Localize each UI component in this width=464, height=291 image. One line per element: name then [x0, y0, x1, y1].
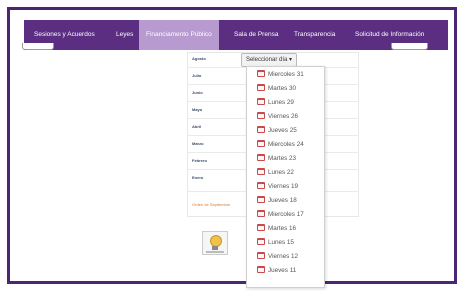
calendar-icon	[257, 237, 265, 245]
nav-sala-prensa[interactable]: Sala de Prensa	[234, 20, 278, 50]
calendar-icon	[257, 111, 265, 119]
nav-leyes[interactable]: Leyes	[116, 20, 133, 50]
right-tab-edge	[391, 43, 428, 50]
calendar-icon	[257, 167, 265, 175]
nav-financiamiento[interactable]: Financiamento Público	[139, 20, 219, 50]
calendar-icon	[257, 209, 265, 217]
month-item[interactable]: Mayo	[192, 107, 202, 112]
day-dropdown: Miercoles 31 Martes 30 Lunes 29 Viernes …	[246, 66, 325, 288]
month-item[interactable]: Marzo	[192, 141, 204, 146]
nav-transparencia[interactable]: Transparencia	[294, 20, 335, 50]
dropdown-item-label: Martes 16	[268, 225, 296, 232]
dropdown-item[interactable]: Miercoles 17	[257, 209, 304, 221]
dropdown-item[interactable]: Jueves 11	[257, 265, 296, 277]
dropdown-item[interactable]: Martes 23	[257, 153, 296, 165]
dropdown-item-label: Viernes 19	[268, 183, 298, 190]
dropdown-item-label: Martes 30	[268, 85, 296, 92]
dropdown-item[interactable]: Miercoles 31	[257, 69, 304, 81]
calendar-icon	[257, 139, 265, 147]
month-item[interactable]: Junio	[192, 90, 203, 95]
dropdown-item[interactable]: Martes 30	[257, 83, 296, 95]
dropdown-item-label: Jueves 18	[268, 197, 297, 204]
dropdown-item[interactable]: Viernes 19	[257, 181, 298, 193]
calendar-icon	[257, 83, 265, 91]
dropdown-item[interactable]: Martes 16	[257, 223, 296, 235]
calendar-icon	[257, 265, 265, 273]
dropdown-item-label: Lunes 22	[268, 169, 294, 176]
calendar-icon	[257, 153, 265, 161]
month-item[interactable]: Enero	[192, 175, 203, 180]
dropdown-item-label: Miercoles 31	[268, 71, 304, 78]
dropdown-item[interactable]: Lunes 22	[257, 167, 294, 179]
month-item[interactable]: Julio	[192, 73, 201, 78]
lightbulb-document-icon[interactable]	[202, 231, 228, 255]
month-item[interactable]: Abril	[192, 124, 201, 129]
dropdown-item-label: Miercoles 17	[268, 211, 304, 218]
dropdown-item[interactable]: Viernes 12	[257, 251, 298, 263]
calendar-icon	[257, 195, 265, 203]
dropdown-item[interactable]: Miercoles 24	[257, 139, 304, 151]
month-item[interactable]: Febrero	[192, 158, 207, 163]
dropdown-item-label: Miercoles 24	[268, 141, 304, 148]
dropdown-item-label: Viernes 26	[268, 113, 298, 120]
left-tab-edge	[22, 43, 54, 50]
orden-link[interactable]: Orden de Septiembre	[192, 202, 230, 207]
calendar-icon	[257, 181, 265, 189]
dropdown-item-label: Jueves 11	[268, 267, 297, 274]
day-select-button[interactable]: Seleccionar día ▾	[241, 53, 297, 67]
calendar-icon	[257, 69, 265, 77]
calendar-icon	[257, 223, 265, 231]
calendar-icon	[257, 251, 265, 259]
calendar-icon	[257, 97, 265, 105]
dropdown-item[interactable]: Jueves 18	[257, 195, 297, 207]
dropdown-item-label: Viernes 12	[268, 253, 298, 260]
dropdown-item[interactable]: Lunes 15	[257, 237, 294, 249]
calendar-icon	[257, 125, 265, 133]
dropdown-item[interactable]: Jueves 25	[257, 125, 297, 137]
dropdown-item-label: Lunes 15	[268, 239, 294, 246]
dropdown-item-label: Jueves 25	[268, 127, 297, 134]
dropdown-item-label: Lunes 29	[268, 99, 294, 106]
dropdown-item-label: Martes 23	[268, 155, 296, 162]
dropdown-item[interactable]: Lunes 29	[257, 97, 294, 109]
main-nav: Sesiones y Acuerdos Leyes Financiamento …	[24, 20, 448, 50]
month-item[interactable]: Agosto	[192, 56, 206, 61]
dropdown-item[interactable]: Viernes 26	[257, 111, 298, 123]
